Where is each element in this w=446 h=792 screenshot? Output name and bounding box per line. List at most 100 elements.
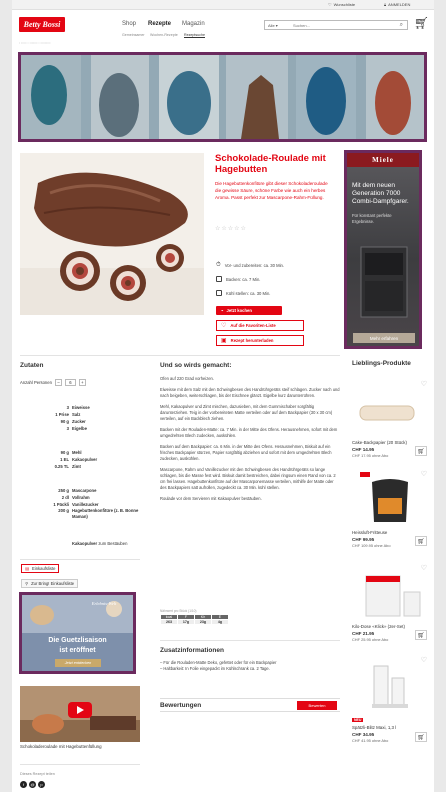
oven-icon <box>216 276 222 282</box>
heart-icon[interactable]: ♡ <box>421 380 427 388</box>
steps-heading: Und so wirds gemacht: <box>160 362 232 369</box>
ad-cta-button[interactable]: Mehr erfahren <box>353 333 415 343</box>
nutrition-value: 23g <box>194 619 212 625</box>
product-card[interactable]: ♡ Kilo-Dose «Klick» (2er-Set) CHF 21.95 … <box>352 562 430 642</box>
guetzli-ad[interactable]: Erlebnis-Welt Die Guetzlisaison ist eröf… <box>19 592 136 674</box>
add-to-cart-button[interactable]: 🛒︎ <box>415 732 427 742</box>
persons-stepper: Anzahl Personen – 6 + <box>20 379 87 386</box>
persons-input[interactable]: 6 <box>65 379 76 386</box>
subnav-item[interactable]: Gemeinsamer <box>122 33 145 37</box>
product-price: CHF 34.95 <box>352 732 375 737</box>
search-scope-select[interactable]: Alle ▾ <box>268 23 278 28</box>
top-ad-banner[interactable] <box>18 52 427 142</box>
bring-icon: ⚲ <box>25 581 29 586</box>
product-name: Heissluft-Fritteuse <box>352 530 388 535</box>
rate-button[interactable]: Bewerten <box>297 701 337 710</box>
cart-icon[interactable]: 🛒︎ <box>414 16 429 30</box>
ratings-section: Bewertungen Bewerten <box>160 698 340 712</box>
bring-list-button[interactable]: ⚲ Zur Bring! Einkaufsliste <box>21 579 79 588</box>
ad-banner-image <box>21 55 424 139</box>
nav-magazin[interactable]: Magazin <box>182 21 205 27</box>
increase-button[interactable]: + <box>78 379 87 386</box>
rating-stars[interactable]: ☆☆☆☆☆ <box>215 225 247 232</box>
section-divider <box>20 355 340 356</box>
ingredient-group-3: 250 g Mascarpone 2 dl Vollrahm 1 Päckli Van… <box>20 487 142 520</box>
add-favorites-button[interactable]: ♡ Auf die Favoriten-Liste <box>216 320 304 331</box>
heart-icon: ♡ <box>328 2 332 7</box>
add-to-cart-button[interactable]: 🛒︎ <box>415 630 427 640</box>
cook-now-button[interactable]: ◓ Jetzt kochen <box>216 306 282 315</box>
ad-product-image <box>360 246 408 318</box>
recipe-photo <box>20 153 204 315</box>
nutrition-value: 4g <box>211 619 229 625</box>
subnav-item[interactable]: Wochen-Rezepte <box>150 33 178 37</box>
product-abo-price: CHF 41.95 ohne Abo <box>352 738 389 743</box>
nav-shop[interactable]: Shop <box>122 21 136 27</box>
ingredient-row: 90 g Zucker <box>60 419 86 424</box>
subnav-item-active[interactable]: Rezeptsuche <box>184 33 205 37</box>
step-text: Backen mit der Rouladen-Matte: ca. 7 Min… <box>160 426 338 438</box>
ingredient-row: 200 g Hagebuttenkonfitüre (z. B. Bonne Ma… <box>58 508 139 519</box>
email-icon[interactable]: @ <box>29 781 36 788</box>
search-icon[interactable]: ⌕ <box>400 22 403 29</box>
list-icon: ▤ <box>25 566 29 571</box>
ad-headline: Mit dem neuen Generation 7000 Combi-Damp… <box>352 182 409 205</box>
additional-info: Zusatzinformationen – Für die Rouladen-M… <box>160 647 340 672</box>
time-prep: ⏱︎ Vor- und zubereiten: ca. 30 Min. <box>216 262 285 268</box>
pinterest-icon[interactable]: p <box>38 781 45 788</box>
step-text: Backen auf dem Backpapier: ca. 6 Min. in… <box>160 443 332 462</box>
product-card[interactable]: ♡ Cake-Backpapier (20 Stück) CHF 14.95 C… <box>352 378 430 458</box>
nutrition-value: 263 <box>160 619 178 625</box>
section-divider <box>20 764 140 765</box>
time-chill: Kühl stellen: ca. 30 Min. <box>216 290 270 296</box>
search-input[interactable] <box>293 22 393 29</box>
recipe-description: Die Hagebuttenkonfitüre gibt dieser Scho… <box>215 181 328 200</box>
utility-bar: ♡ Wunschliste 🔒︎ ANMELDEN <box>12 0 434 10</box>
nav-rezepte[interactable]: Rezepte <box>148 21 171 27</box>
steps-list: Ofen auf 220 Grad vorheizen. Eiweisse mi… <box>160 376 340 507</box>
facebook-icon[interactable]: f <box>20 781 27 788</box>
ingredient-group-1: 3 Eiweisse 1 Prise Salz 90 g Zucker 3 Eigelb… <box>20 404 142 432</box>
favorite-products-heading: Lieblings-Produkte <box>352 360 411 367</box>
shopping-list-button[interactable]: ▤ Einkaufsliste <box>21 564 60 573</box>
product-abo-price: CHF 25.95 ohne Abo <box>352 637 389 642</box>
pdf-icon: ▣ <box>221 338 227 344</box>
product-name: Cake-Backpapier (20 Stück) <box>352 440 407 445</box>
product-price: CHF 14.95 <box>352 447 375 452</box>
nutrition-table: Nährwert pro Stück (1/10) kcal F Kh E 26… <box>160 609 229 625</box>
search-bar: Alle ▾ ⌕ <box>264 20 408 30</box>
product-card[interactable]: ♡ NEU Spätzli-Blitz Maxi, 1,3 l CHF 34.9… <box>352 654 430 749</box>
heart-icon[interactable]: ♡ <box>421 564 427 572</box>
section-divider <box>160 640 340 641</box>
step-text: Eiweisse mit dem Salz mit den Schwingbes… <box>160 386 340 398</box>
decrease-button[interactable]: – <box>54 379 63 386</box>
product-card[interactable]: ♡ Heissluft-Fritteuse CHF 99.95 CHF 109.… <box>352 468 430 548</box>
add-to-cart-button[interactable]: 🛒︎ <box>415 536 427 546</box>
ingredients-heading: Zutaten <box>20 362 44 369</box>
share-label: Dieses Rezept teilen <box>20 772 55 776</box>
product-abo-price: CHF 109.95 ohne Abo <box>352 543 391 548</box>
recipe-video[interactable] <box>20 686 140 742</box>
product-image <box>352 378 430 440</box>
heart-icon[interactable]: ♡ <box>421 656 427 664</box>
product-name: Kilo-Dose «Klick» (2er-Set) <box>352 624 405 629</box>
roulade-image <box>20 153 204 315</box>
logo[interactable]: Betty Bossi <box>19 17 65 32</box>
ad-small-kicker: Erlebnis-Welt <box>91 601 117 606</box>
wishlist-link[interactable]: ♡ Wunschliste <box>328 2 355 7</box>
play-icon[interactable] <box>68 702 92 718</box>
download-recipe-button[interactable]: ▣ Rezept herunterladen <box>216 335 304 346</box>
heart-icon: ♡ <box>221 323 227 329</box>
side-ad[interactable]: Miele Mit dem neuen Generation 7000 Comb… <box>344 150 422 349</box>
add-to-cart-button[interactable]: 🛒︎ <box>415 446 427 456</box>
product-price: CHF 21.95 <box>352 631 375 636</box>
additional-info-heading: Zusatzinformationen <box>160 647 224 654</box>
fridge-icon <box>216 290 222 296</box>
breadcrumb: ▫ ▫▫▫▫▫ ▫ ▫▫▫▫▫▫▫ ▫ ▫▫▫▫▫▫▫▫▫ <box>19 41 51 45</box>
ad-small-cta[interactable]: Jetzt entdecken <box>55 659 101 667</box>
product-abo-price: CHF 17.95 ohne Abo <box>352 453 389 458</box>
step-text: Ofen auf 220 Grad vorheizen. <box>160 376 214 381</box>
login-link[interactable]: 🔒︎ ANMELDEN <box>384 2 410 7</box>
additional-info-item: – Haltbarkeit: In Folie eingepackt im Kü… <box>160 666 270 671</box>
heart-icon[interactable]: ♡ <box>421 470 427 478</box>
